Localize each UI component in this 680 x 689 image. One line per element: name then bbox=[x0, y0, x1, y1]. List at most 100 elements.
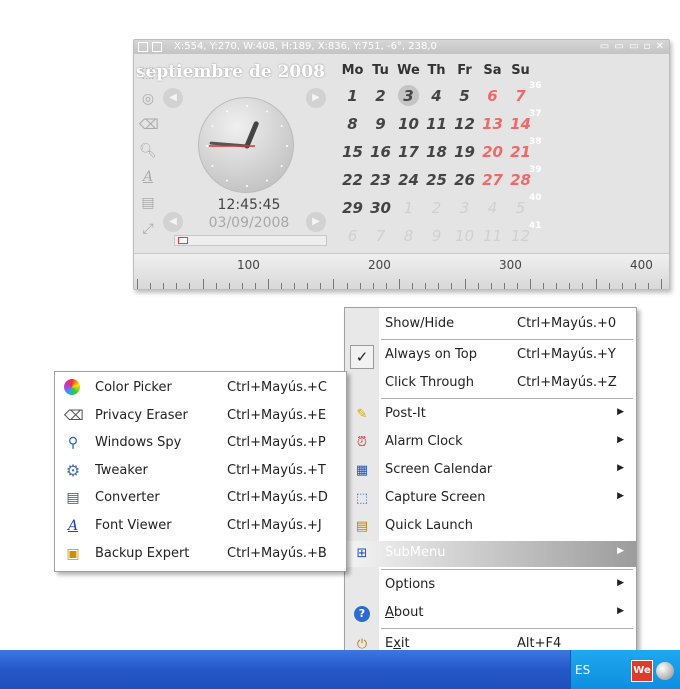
weekday-header: Su bbox=[511, 63, 530, 78]
calendar-day[interactable]: 1 bbox=[339, 85, 366, 107]
submenu-item-color-picker[interactable]: Color Picker Ctrl+Mayús.+C bbox=[55, 374, 346, 401]
menu-item-submenu[interactable]: ⊞ SubMenu ▶ bbox=[345, 541, 636, 567]
calendar-day[interactable]: 3 bbox=[451, 197, 478, 219]
submenu-item-windows-spy[interactable]: ⚲ Windows Spy Ctrl+Mayús.+P bbox=[55, 429, 346, 456]
menu-item-label: About bbox=[385, 605, 424, 620]
menu-item-show-hide[interactable]: Show/Hide Ctrl+Mayús.+0 bbox=[345, 312, 636, 338]
calendar-day[interactable]: 1 bbox=[395, 197, 422, 219]
calendar-day[interactable]: 8 bbox=[395, 225, 422, 247]
weekday-header: Fr bbox=[457, 63, 472, 78]
converter-icon: ▤ bbox=[66, 490, 80, 506]
calendar-day[interactable]: 7 bbox=[367, 225, 394, 247]
menu-item-post-it[interactable]: ✎ Post-It ▶ bbox=[345, 402, 636, 428]
calendar-day[interactable]: 29 bbox=[339, 197, 366, 219]
ruler-label: 200 bbox=[368, 258, 391, 272]
calendar-day[interactable]: 17 bbox=[395, 141, 422, 163]
ruler-tick bbox=[661, 279, 662, 289]
calendar-day[interactable]: 13 bbox=[479, 113, 506, 135]
calendar-day[interactable]: 18 bbox=[423, 141, 450, 163]
calendar-day[interactable]: 24 bbox=[395, 169, 422, 191]
calendar-day[interactable]: 2 bbox=[423, 197, 450, 219]
ruler-tick bbox=[333, 279, 334, 289]
calendar-icon: ▦ bbox=[355, 463, 369, 478]
calendar-day[interactable]: 6 bbox=[339, 225, 366, 247]
ruler-tick bbox=[517, 283, 518, 289]
ruler-tick bbox=[216, 283, 217, 289]
menu-item-click-through[interactable]: Click Through Ctrl+Mayús.+Z bbox=[345, 371, 636, 397]
screen-ruler[interactable]: 100 200 300 400 bbox=[134, 253, 669, 289]
calendar-day[interactable]: 8 bbox=[339, 113, 366, 135]
calendar-day[interactable]: 10 bbox=[451, 225, 478, 247]
ruler-label: 300 bbox=[499, 258, 522, 272]
eraser-icon: ⌫ bbox=[64, 408, 84, 424]
menu-item-shortcut: Ctrl+Mayús.+C bbox=[227, 380, 328, 395]
tray-volume-icon[interactable] bbox=[656, 662, 674, 680]
ruler-tick bbox=[504, 283, 505, 289]
font-viewer-icon: A bbox=[67, 518, 79, 534]
menu-item-screen-calendar[interactable]: ▦ Screen Calendar ▶ bbox=[345, 458, 636, 484]
calendar-day[interactable]: 20 bbox=[479, 141, 506, 163]
calendar-day[interactable]: 22 bbox=[339, 169, 366, 191]
menu-item-always-on-top[interactable]: ✓ Always on Top Ctrl+Mayús.+Y bbox=[345, 343, 636, 369]
menu-item-capture-screen[interactable]: ⬚ Capture Screen ▶ bbox=[345, 486, 636, 512]
submenu-item-font-viewer[interactable]: A Font Viewer Ctrl+Mayús.+J bbox=[55, 512, 346, 539]
menu-separator bbox=[381, 628, 633, 629]
ruler-tick bbox=[635, 283, 636, 289]
menu-separator bbox=[381, 569, 633, 570]
ruler-tick bbox=[451, 283, 452, 289]
submenu-item-converter[interactable]: ▤ Converter Ctrl+Mayús.+D bbox=[55, 484, 346, 511]
calendar-day[interactable]: 4 bbox=[423, 85, 450, 107]
menu-item-shortcut: Ctrl+Mayús.+0 bbox=[517, 316, 617, 331]
submenu-item-privacy-eraser[interactable]: ⌫ Privacy Eraser Ctrl+Mayús.+E bbox=[55, 402, 346, 429]
calendar-day[interactable]: 19 bbox=[451, 141, 478, 163]
ruler-tick bbox=[543, 283, 544, 289]
menu-item-alarm-clock[interactable]: ⏰︎ Alarm Clock ▶ bbox=[345, 430, 636, 456]
calendar-day[interactable]: 2 bbox=[367, 85, 394, 107]
color-picker-icon bbox=[64, 379, 80, 395]
calendar-day[interactable]: 3 bbox=[395, 85, 422, 107]
menu-item-label: Post-It bbox=[385, 406, 426, 421]
submenu-arrow-icon: ▶ bbox=[617, 546, 624, 556]
calendar-day[interactable]: 11 bbox=[423, 113, 450, 135]
submenu-arrow-icon: ▶ bbox=[617, 435, 624, 445]
menu-item-options[interactable]: Options ▶ bbox=[345, 573, 636, 599]
desktop-widget[interactable]: X:554, Y:270, W:408, H:189, X:836, Y:751… bbox=[133, 39, 670, 290]
calendar-day[interactable]: 23 bbox=[367, 169, 394, 191]
calendar-day[interactable]: 11 bbox=[479, 225, 506, 247]
tray-app-icon[interactable]: We bbox=[631, 660, 653, 682]
ruler-tick bbox=[347, 283, 348, 289]
menu-item-shortcut: Ctrl+Mayús.+T bbox=[227, 463, 326, 478]
backup-icon: ▣ bbox=[66, 546, 80, 562]
calendar-day[interactable]: 4 bbox=[479, 197, 506, 219]
submenu-item-backup-expert[interactable]: ▣ Backup Expert Ctrl+Mayús.+B bbox=[55, 540, 346, 567]
menu-item-quick-launch[interactable]: ▤ Quick Launch bbox=[345, 514, 636, 540]
submenu-arrow-icon: ▶ bbox=[617, 578, 624, 588]
ruler-tick bbox=[412, 283, 413, 289]
ruler-tick bbox=[163, 283, 164, 289]
menu-item-label: Show/Hide bbox=[385, 316, 455, 331]
ruler-tick bbox=[307, 283, 308, 289]
menu-item-label: Font Viewer bbox=[95, 518, 172, 533]
calendar-day[interactable]: 15 bbox=[339, 141, 366, 163]
language-indicator[interactable]: ES bbox=[575, 663, 590, 677]
calendar-day[interactable]: 25 bbox=[423, 169, 450, 191]
ruler-tick bbox=[242, 283, 243, 289]
calendar-day[interactable]: 9 bbox=[367, 113, 394, 135]
calendar-day[interactable]: 26 bbox=[451, 169, 478, 191]
week-number: 37 bbox=[529, 109, 542, 119]
calendar-day[interactable]: 10 bbox=[395, 113, 422, 135]
menu-item-about[interactable]: ? About ▶ bbox=[345, 601, 636, 627]
calendar-day[interactable]: 12 bbox=[451, 113, 478, 135]
calendar-day[interactable]: 5 bbox=[451, 85, 478, 107]
calendar-day[interactable]: 16 bbox=[367, 141, 394, 163]
calendar-day[interactable]: 6 bbox=[479, 85, 506, 107]
ruler-tick bbox=[609, 283, 610, 289]
calendar-day[interactable]: 27 bbox=[479, 169, 506, 191]
submenu-item-tweaker[interactable]: ⚙ Tweaker Ctrl+Mayús.+T bbox=[55, 457, 346, 484]
calendar-day[interactable]: 9 bbox=[423, 225, 450, 247]
menu-item-label: Quick Launch bbox=[385, 518, 473, 533]
menu-item-shortcut: Ctrl+Mayús.+P bbox=[227, 435, 326, 450]
ruler-tick bbox=[530, 279, 531, 289]
calendar-day[interactable]: 30 bbox=[367, 197, 394, 219]
submenu-arrow-icon: ▶ bbox=[617, 606, 624, 616]
